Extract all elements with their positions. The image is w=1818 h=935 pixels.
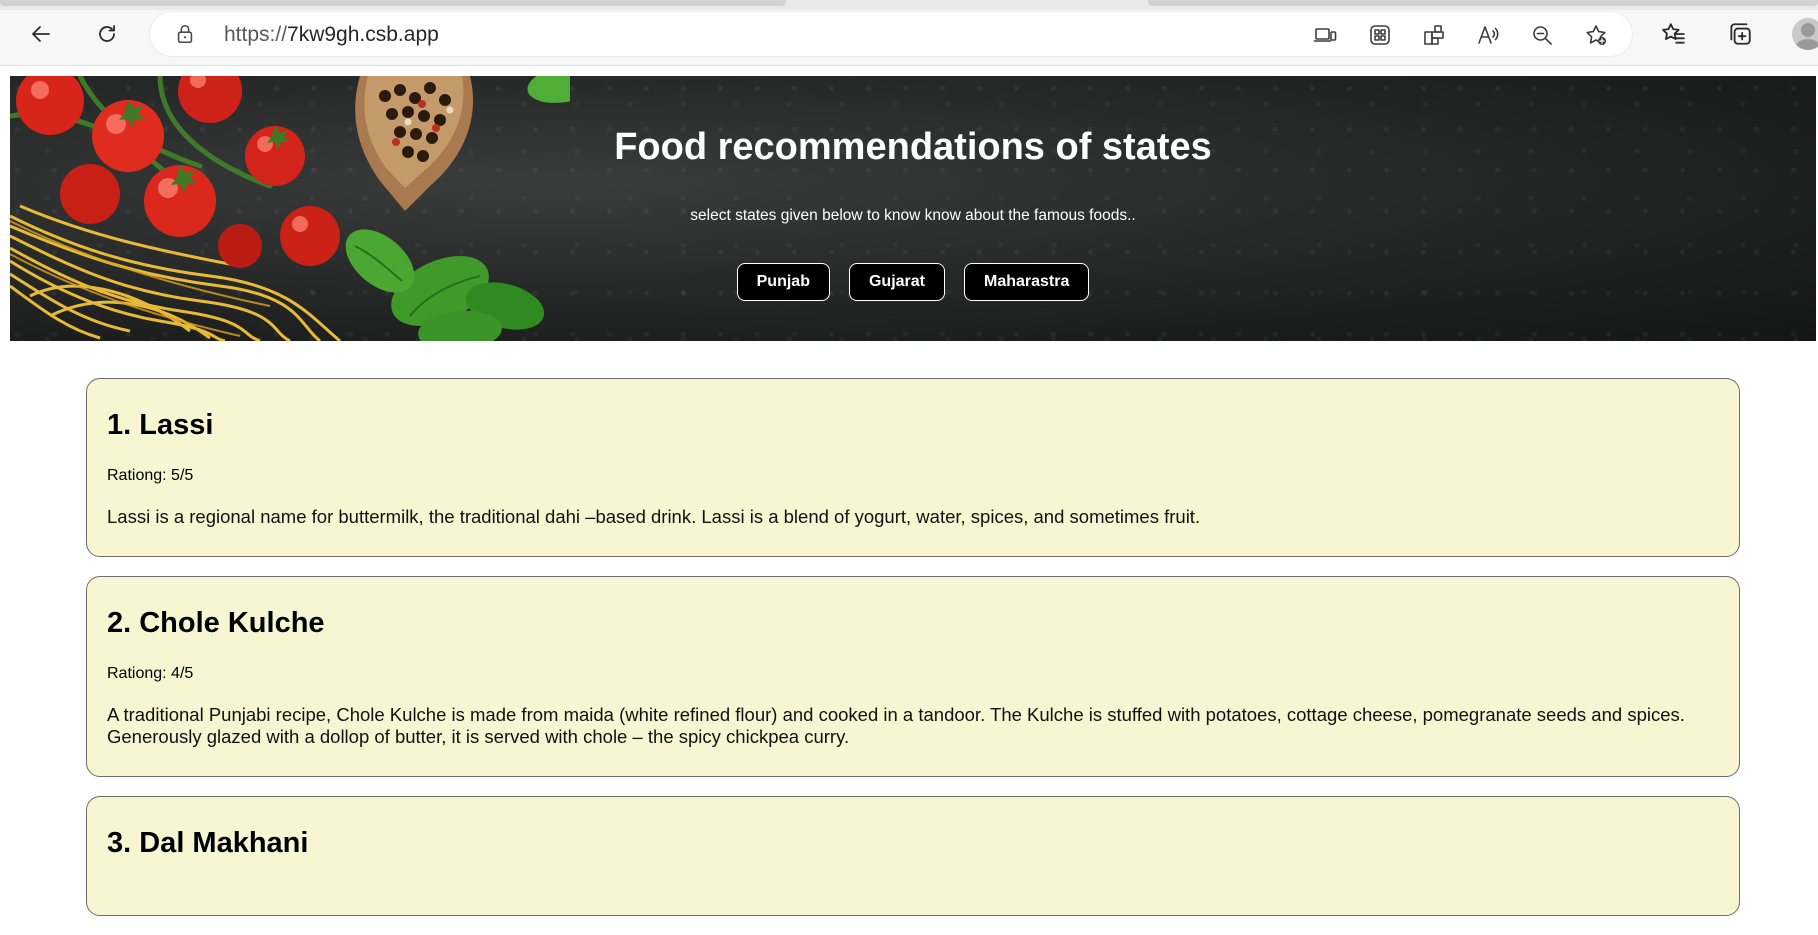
food-card: 2. Chole Kulche Rationg: 4/5 A tradition… <box>86 576 1740 777</box>
page-title: Food recommendations of states <box>614 126 1212 168</box>
food-title: 1. Lassi <box>107 409 214 441</box>
collections-icon[interactable] <box>1725 19 1755 49</box>
food-rating: Rationg: 5/5 <box>107 467 194 484</box>
back-arrow-icon[interactable] <box>24 17 58 51</box>
tab-inactive-right[interactable] <box>1148 0 1818 6</box>
tab-strip <box>0 0 1818 10</box>
url-host: 7kw9gh.csb.app <box>287 23 439 46</box>
reload-icon[interactable] <box>90 17 124 51</box>
food-rating: Rationg: 4/5 <box>107 665 194 682</box>
browser-toolbar: https://7kw9gh.csb.app <box>0 0 1818 66</box>
food-description: A traditional Punjabi recipe, Chole Kulc… <box>107 704 1685 747</box>
profile-avatar[interactable] <box>1792 18 1818 50</box>
state-button-group: Punjab Gujarat Maharastra <box>10 263 1816 301</box>
tab-inactive-left[interactable] <box>0 0 786 6</box>
food-card: 3. Dal Makhani <box>86 796 1740 916</box>
url-protocol: https:// <box>224 23 288 46</box>
gujarat-button[interactable]: Gujarat <box>848 263 945 301</box>
page-subtitle: select states given below to know know a… <box>690 207 1136 224</box>
hero-banner: Food recommendations of states select st… <box>10 76 1816 341</box>
food-description: Lassi is a regional name for buttermilk,… <box>107 506 1201 527</box>
extensions-icon[interactable] <box>1421 22 1447 48</box>
lock-icon[interactable] <box>174 23 196 45</box>
zoom-out-icon[interactable] <box>1529 22 1555 48</box>
url-text[interactable]: https://7kw9gh.csb.app <box>224 23 439 47</box>
favorites-icon[interactable] <box>1658 19 1688 49</box>
cast-device-icon[interactable] <box>1312 22 1338 48</box>
food-title: 3. Dal Makhani <box>107 827 309 859</box>
read-aloud-icon[interactable] <box>1475 22 1501 48</box>
food-card: 1. Lassi Rationg: 5/5 Lassi is a regiona… <box>86 378 1740 557</box>
address-bar[interactable]: https://7kw9gh.csb.app <box>150 12 1632 56</box>
food-title: 2. Chole Kulche <box>107 607 325 639</box>
apps-grid-icon[interactable] <box>1367 22 1393 48</box>
add-favorite-icon[interactable] <box>1583 22 1609 48</box>
food-list: 1. Lassi Rationg: 5/5 Lassi is a regiona… <box>86 378 1740 935</box>
punjab-button[interactable]: Punjab <box>736 263 830 301</box>
maharastra-button[interactable]: Maharastra <box>963 263 1090 301</box>
